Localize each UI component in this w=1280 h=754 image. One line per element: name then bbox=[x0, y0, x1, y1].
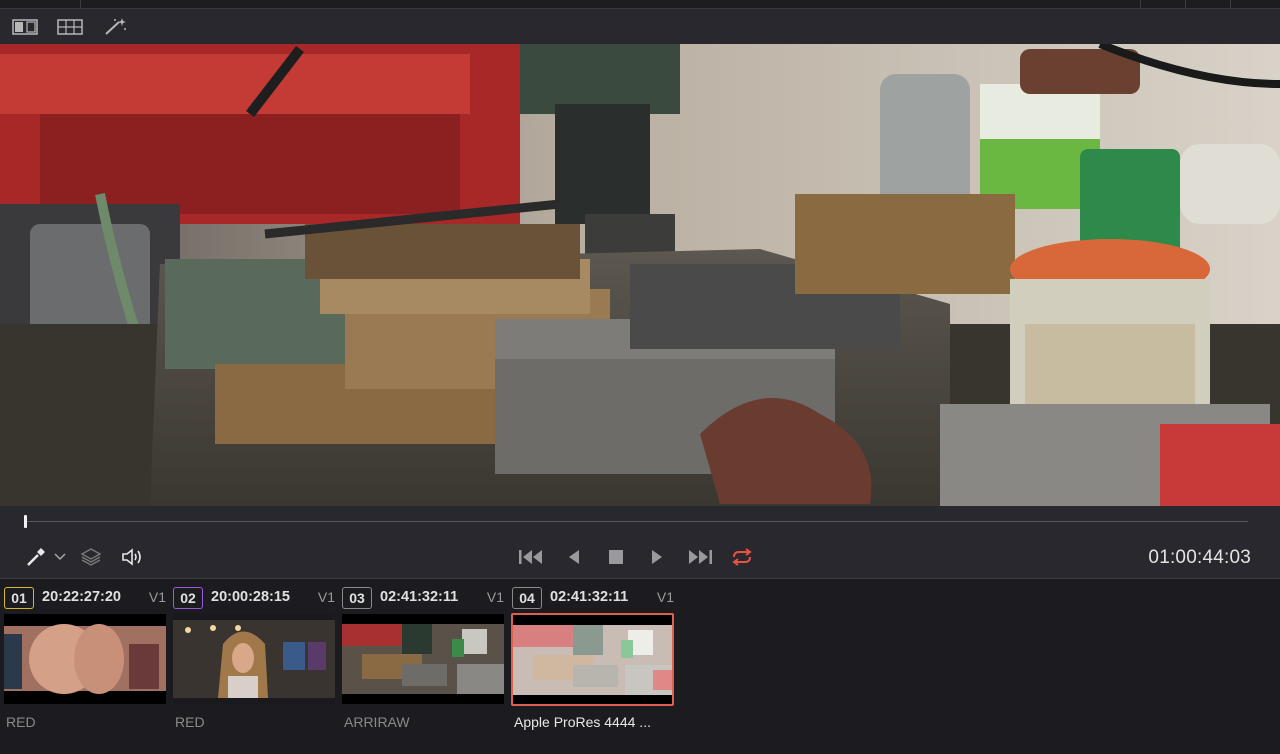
panel-divider bbox=[1185, 0, 1186, 8]
clip-codec: ARRIRAW bbox=[344, 714, 410, 730]
layers-icon[interactable] bbox=[79, 546, 103, 568]
clip-timecode: 20:00:28:15 bbox=[211, 589, 290, 605]
clip-strip: 01 20:22:27:20 V1 RED 02 20:00:28:15 V1 … bbox=[0, 578, 1280, 754]
chevron-down-icon[interactable] bbox=[52, 546, 68, 568]
clip-codec: Apple ProRes 4444 ... bbox=[514, 714, 651, 730]
panel-divider bbox=[80, 0, 81, 8]
panel-divider bbox=[1230, 0, 1231, 8]
clip-number-badge: 03 bbox=[342, 587, 372, 609]
top-panel-edge bbox=[0, 0, 1280, 9]
clip-timecode: 02:41:32:11 bbox=[380, 589, 459, 605]
clip-header: 02 20:00:28:15 V1 bbox=[173, 586, 337, 610]
clip-number-badge: 04 bbox=[512, 587, 542, 609]
clip-01[interactable]: 01 20:22:27:20 V1 RED bbox=[4, 586, 168, 746]
magic-wand-icon[interactable] bbox=[100, 17, 130, 37]
clip-track: V1 bbox=[317, 589, 335, 605]
clip-track: V1 bbox=[148, 589, 166, 605]
clip-number-badge: 02 bbox=[173, 587, 203, 609]
clip-track: V1 bbox=[656, 589, 674, 605]
clip-timecode: 20:22:27:20 bbox=[42, 589, 121, 605]
scrubber-track[interactable] bbox=[24, 521, 1248, 522]
viewer-mode-icon[interactable] bbox=[10, 17, 40, 37]
speaker-icon[interactable] bbox=[119, 546, 145, 568]
scrubber-bar[interactable] bbox=[0, 506, 1280, 536]
skip-to-start-icon[interactable] bbox=[517, 546, 545, 568]
play-icon[interactable] bbox=[647, 546, 667, 568]
color-picker-icon[interactable] bbox=[24, 546, 48, 568]
transport-controls: 01:00:44:03 bbox=[0, 536, 1280, 578]
playhead[interactable] bbox=[24, 515, 27, 528]
panel-divider bbox=[1140, 0, 1141, 8]
clip-thumbnail[interactable] bbox=[173, 614, 335, 704]
clip-track: V1 bbox=[486, 589, 504, 605]
clip-timecode: 02:41:32:11 bbox=[550, 589, 629, 605]
viewer-toolbar bbox=[0, 9, 1280, 43]
playhead-timecode: 01:00:44:03 bbox=[1148, 547, 1251, 568]
clip-thumbnail[interactable] bbox=[342, 614, 504, 704]
clip-header: 01 20:22:27:20 V1 bbox=[4, 586, 168, 610]
clip-thumbnail[interactable] bbox=[4, 614, 166, 704]
split-screen-icon[interactable] bbox=[55, 17, 85, 37]
clip-number-badge: 01 bbox=[4, 587, 34, 609]
clip-codec: RED bbox=[175, 714, 205, 730]
clip-header: 03 02:41:32:11 V1 bbox=[342, 586, 506, 610]
workshop-frame bbox=[0, 44, 1280, 506]
clip-header: 04 02:41:32:11 V1 bbox=[512, 586, 676, 610]
stop-icon[interactable] bbox=[606, 546, 626, 568]
clip-03[interactable]: 03 02:41:32:11 V1 ARRIRAW bbox=[342, 586, 506, 746]
clip-codec: RED bbox=[6, 714, 36, 730]
clip-04[interactable]: 04 02:41:32:11 V1 Apple ProRes 4444 ... bbox=[511, 586, 676, 746]
clip-02[interactable]: 02 20:00:28:15 V1 RED bbox=[173, 586, 337, 746]
loop-icon[interactable] bbox=[728, 546, 756, 568]
skip-to-end-icon[interactable] bbox=[686, 546, 714, 568]
clip-thumbnail-selected[interactable] bbox=[511, 613, 674, 706]
step-back-icon[interactable] bbox=[564, 546, 584, 568]
viewer-image bbox=[0, 44, 1280, 506]
